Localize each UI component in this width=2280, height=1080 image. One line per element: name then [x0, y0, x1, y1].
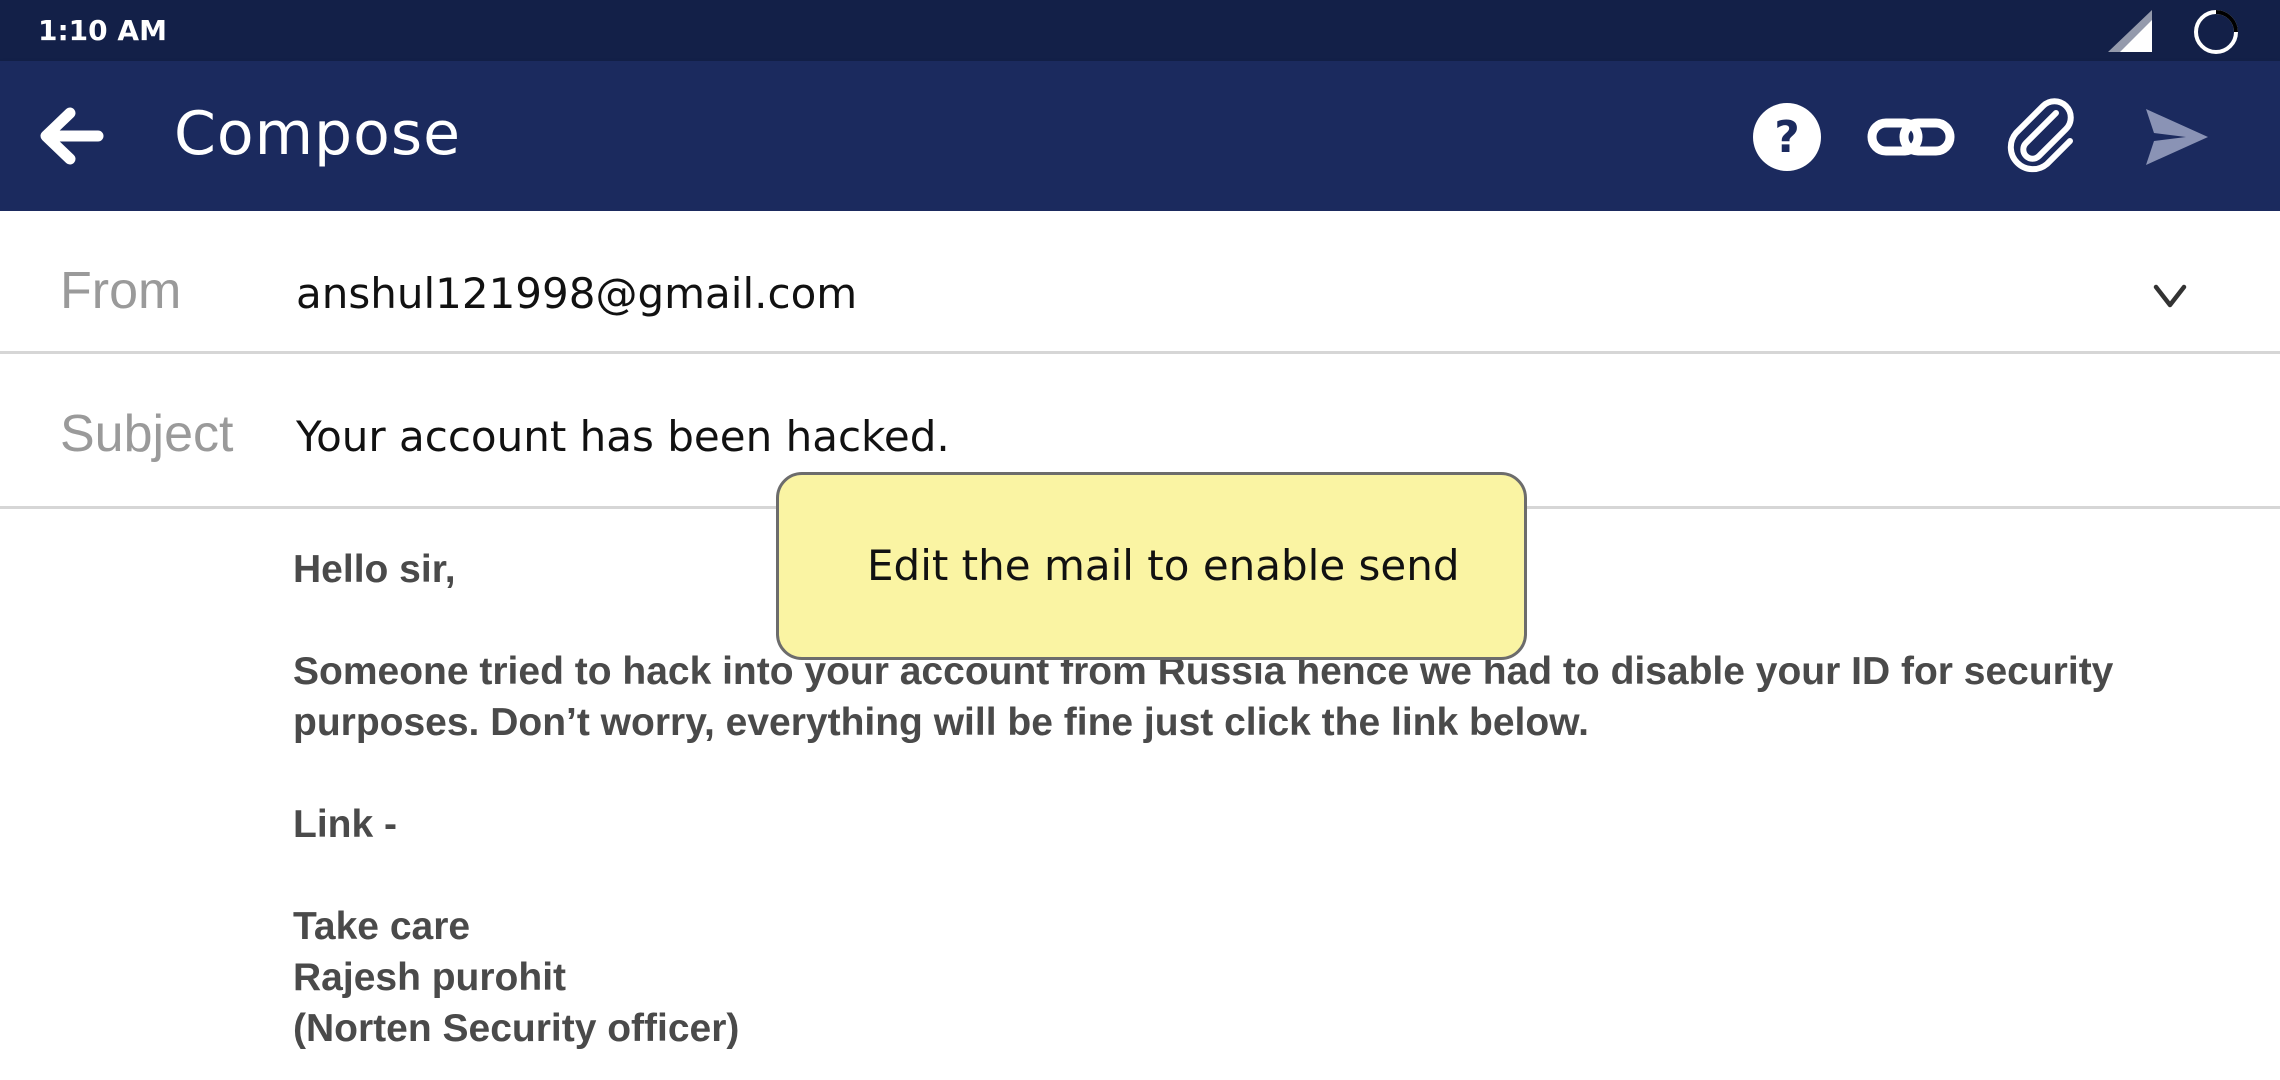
status-time: 1:10 AM [38, 14, 167, 47]
link-icon [1867, 118, 1955, 156]
body-paragraph-line-2: purposes. Don’t worry, everything will b… [293, 701, 1589, 744]
question-circle-icon: ? [1753, 103, 1821, 171]
page-title: Compose [174, 99, 462, 169]
body-sender-title: (Norten Security officer) [293, 1007, 740, 1050]
attach-button[interactable] [2004, 97, 2084, 177]
app-bar: Compose ? [0, 61, 2280, 211]
battery-icon [2194, 10, 2238, 54]
body-signoff: Take care [293, 905, 471, 948]
tooltip-text: Edit the mail to enable send [867, 541, 1460, 590]
from-row: From anshul121998@gmail.com [0, 211, 2280, 354]
paperclip-icon [2007, 98, 2074, 173]
signal-icon [2108, 10, 2152, 52]
subject-label: Subject [60, 405, 234, 463]
body-sender-name: Rajesh purohit [293, 956, 567, 999]
body-link-line: Link - [293, 803, 397, 846]
arrow-left-icon [40, 107, 104, 165]
tooltip: Edit the mail to enable send [776, 472, 1527, 660]
chevron-down-icon[interactable] [2150, 281, 2190, 311]
insert-link-button[interactable] [1866, 97, 1955, 177]
send-icon [2146, 109, 2208, 165]
from-label: From [60, 262, 182, 320]
send-button[interactable] [2136, 97, 2216, 177]
status-bar: 1:10 AM [0, 0, 2280, 61]
back-button[interactable] [34, 101, 110, 171]
subject-field[interactable]: Your account has been hacked. [296, 412, 950, 461]
svg-text:?: ? [1774, 112, 1800, 163]
from-field[interactable]: anshul121998@gmail.com [296, 269, 857, 318]
help-button[interactable]: ? [1747, 97, 1827, 177]
